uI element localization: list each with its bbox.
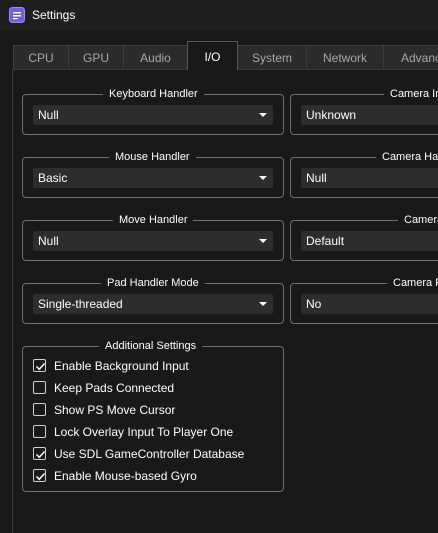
combo-value: Default <box>306 234 345 248</box>
tab-label: Audio <box>140 51 171 65</box>
checkbox-label: Keep Pads Connected <box>54 381 175 395</box>
camera-flip-select[interactable]: No <box>301 294 438 314</box>
pad-handler-mode-group: Pad Handler Mode Single-threaded <box>22 276 284 324</box>
tab-cpu[interactable]: CPU <box>13 45 69 69</box>
keyboard-handler-group: Keyboard Handler Null <box>22 87 284 135</box>
settings-window: Settings CPU GPU Audio I/O System Networ… <box>0 0 438 533</box>
checkmark-icon <box>35 472 46 481</box>
settings-app-icon <box>9 7 25 23</box>
tab-audio[interactable]: Audio <box>123 45 188 69</box>
group-title: Camera Flip <box>387 276 438 290</box>
mouse-handler-group: Mouse Handler Basic <box>22 150 284 198</box>
group-title: Pad Handler Mode <box>101 276 205 290</box>
combo-value: Basic <box>38 171 68 185</box>
combo-value: Null <box>38 234 59 248</box>
checkbox-label: Lock Overlay Input To Player One <box>54 425 234 439</box>
mouse-handler-select[interactable]: Basic <box>33 168 273 188</box>
additional-settings-group: Additional Settings Enable Background In… <box>22 339 284 492</box>
checkbox-label: Use SDL GameController Database <box>54 447 245 461</box>
tab-label: I/O <box>204 50 221 64</box>
tab-advanced[interactable]: Advanced <box>383 45 438 69</box>
chevron-down-icon <box>259 239 267 243</box>
tab-gpu[interactable]: GPU <box>68 45 124 69</box>
combo-value: Single-threaded <box>38 297 123 311</box>
keyboard-handler-select[interactable]: Null <box>33 105 273 125</box>
checkbox-label: Enable Background Input <box>54 359 189 373</box>
checkbox-box[interactable] <box>33 425 46 438</box>
camera-handler-select[interactable]: Null <box>301 168 438 188</box>
combo-value: Null <box>38 108 59 122</box>
group-title: Move Handler <box>113 213 194 227</box>
camera-flip-group: Camera Flip No <box>290 276 438 324</box>
combo-value: No <box>306 297 322 311</box>
chevron-down-icon <box>259 176 267 180</box>
checkbox-label: Show PS Move Cursor <box>54 403 176 417</box>
checkbox-box[interactable] <box>33 447 46 460</box>
tab-label: Advanced <box>401 51 438 65</box>
move-handler-group: Move Handler Null <box>22 213 284 261</box>
checkbox-box[interactable] <box>33 359 46 372</box>
checkbox-label: Enable Mouse-based Gyro <box>54 469 197 483</box>
checkbox-box[interactable] <box>33 403 46 416</box>
chevron-down-icon <box>259 113 267 117</box>
tab-label: GPU <box>82 51 109 65</box>
camera-group: Camera Default <box>290 213 438 261</box>
group-title: Additional Settings <box>99 339 203 353</box>
tab-label: Network <box>322 51 367 65</box>
group-title: Keyboard Handler <box>103 87 204 101</box>
tab-io[interactable]: I/O <box>187 41 238 70</box>
camera-handler-group: Camera Handler Null <box>290 150 438 198</box>
checkbox-box[interactable] <box>33 381 46 394</box>
camera-input-select[interactable]: Unknown <box>301 105 438 125</box>
camera-select[interactable]: Default <box>301 231 438 251</box>
tab-system[interactable]: System <box>237 45 307 69</box>
group-title: Camera Handler <box>376 150 438 164</box>
window-title: Settings <box>32 8 76 22</box>
group-title: Camera Input <box>384 87 438 101</box>
pad-handler-mode-select[interactable]: Single-threaded <box>33 294 273 314</box>
group-title: Mouse Handler <box>109 150 196 164</box>
chevron-down-icon <box>259 302 267 306</box>
camera-input-group: Camera Input Unknown <box>290 87 438 135</box>
combo-value: Null <box>306 171 327 185</box>
checkbox-box[interactable] <box>33 469 46 482</box>
move-handler-select[interactable]: Null <box>33 231 273 251</box>
tab-label: CPU <box>28 51 54 65</box>
checkmark-icon <box>35 450 46 459</box>
checkmark-icon <box>35 362 46 371</box>
tab-network[interactable]: Network <box>306 45 384 69</box>
title-bar[interactable]: Settings <box>0 0 438 30</box>
group-title: Camera <box>398 213 438 227</box>
combo-value: Unknown <box>306 108 357 122</box>
tab-label: System <box>251 51 292 65</box>
